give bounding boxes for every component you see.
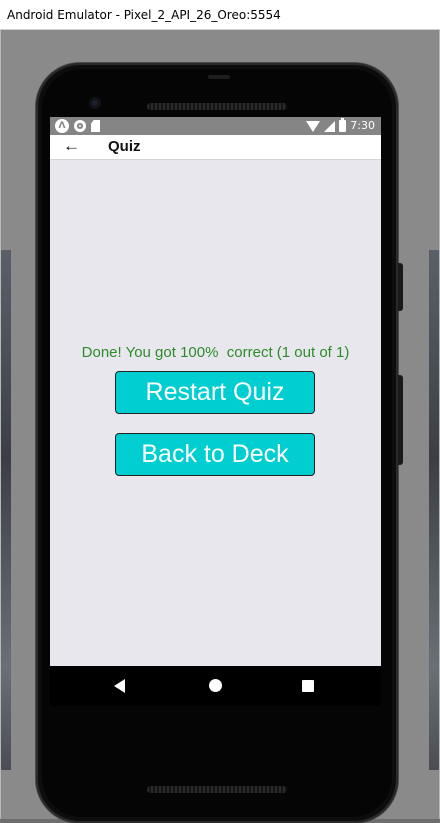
front-camera-icon: [89, 97, 101, 109]
status-time: 7:30: [350, 119, 375, 132]
back-to-deck-button[interactable]: Back to Deck: [115, 433, 315, 476]
cellular-signal-icon: [324, 120, 336, 132]
nav-recents-icon[interactable]: [302, 680, 314, 692]
arrow-back-icon[interactable]: ←: [63, 135, 80, 157]
bottom-speaker-grille: [147, 786, 287, 793]
top-speaker-grille: [147, 103, 287, 110]
battery-icon: [339, 118, 347, 132]
power-button[interactable]: [398, 375, 403, 465]
page-title: Quiz: [108, 138, 141, 155]
desktop-background-right: [429, 250, 439, 770]
restart-quiz-button[interactable]: Restart Quiz: [115, 371, 315, 414]
earpiece-slot: [208, 75, 230, 79]
record-icon: [74, 120, 86, 132]
wifi-icon: [306, 120, 321, 132]
nav-back-icon[interactable]: [114, 679, 125, 693]
status-bar: Λ 7:30: [50, 117, 381, 135]
desktop-background-left: [1, 250, 11, 770]
quiz-result-message: Done! You got 100% correct (1 out of 1): [81, 344, 350, 361]
sd-card-icon: [91, 120, 100, 132]
android-nav-bar: [50, 666, 381, 706]
quiz-result-content: Done! You got 100% correct (1 out of 1) …: [50, 159, 381, 666]
app-bar: ← Quiz: [50, 135, 381, 160]
android-studio-icon: Λ: [55, 119, 69, 133]
nav-home-icon[interactable]: [209, 679, 222, 692]
volume-button[interactable]: [398, 263, 403, 311]
emulator-window-title: Android Emulator - Pixel_2_API_26_Oreo:5…: [0, 0, 440, 30]
phone-screen: Λ 7:30 ← Quiz Done! You got 100% correct…: [50, 117, 381, 666]
